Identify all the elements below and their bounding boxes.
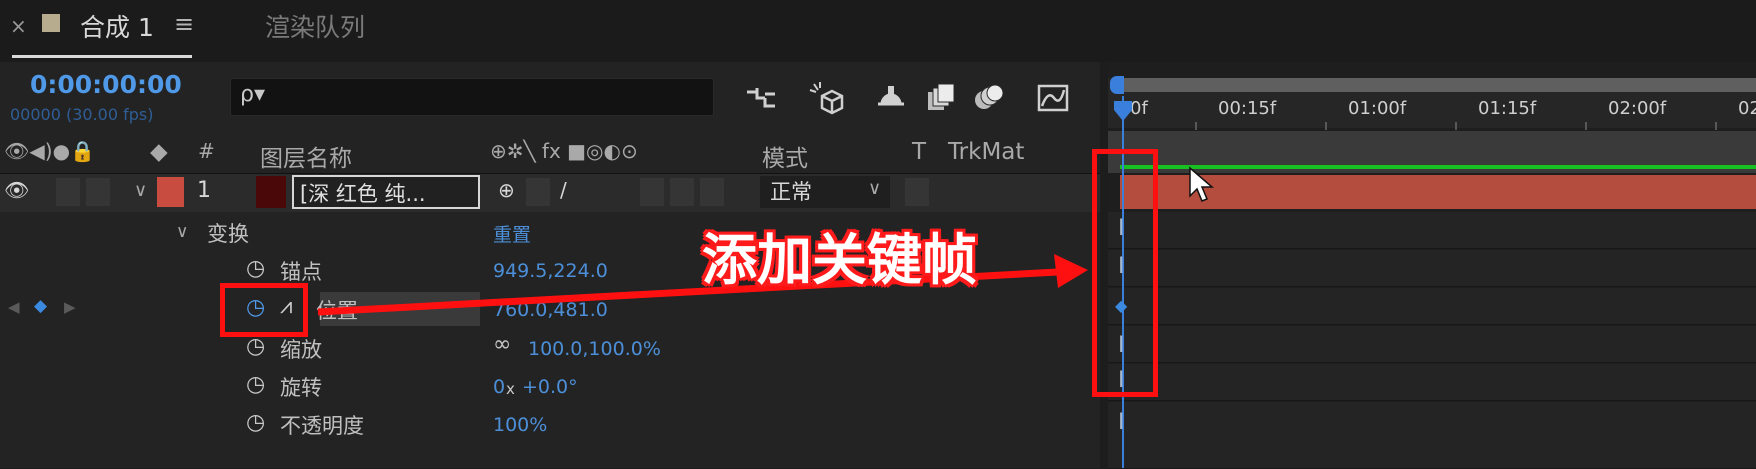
annotation-add-keyframe: 添加关键帧 <box>702 228 978 292</box>
